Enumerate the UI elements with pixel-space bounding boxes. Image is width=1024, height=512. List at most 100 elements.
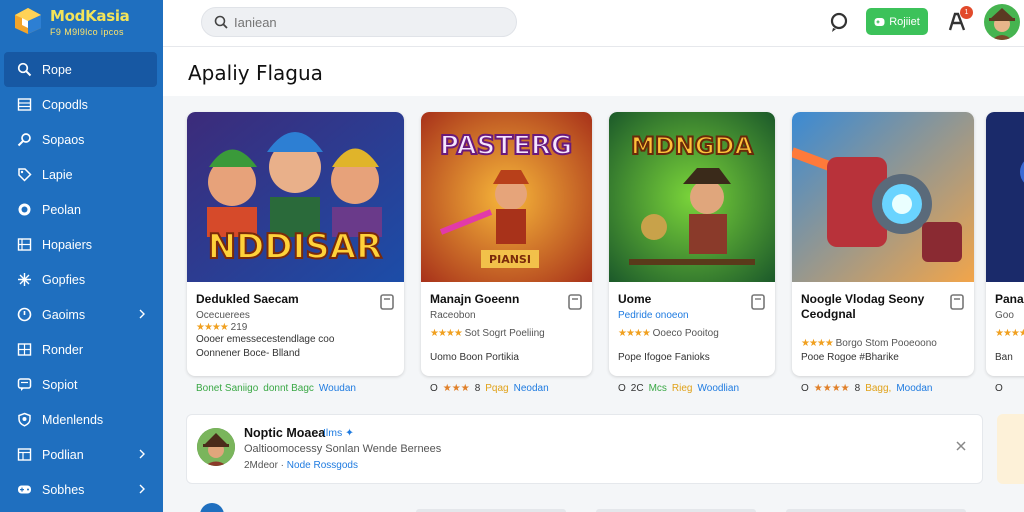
sidebar-item-sopaos[interactable]: Sopaos — [0, 122, 163, 157]
sidebar-item-label: Sopaos — [42, 132, 85, 147]
sidebar-item-sopiot[interactable]: Sopiot — [0, 367, 163, 402]
magnifier-icon — [16, 132, 32, 148]
card-footer-tag: 8 — [854, 383, 861, 394]
logo-icon — [15, 8, 41, 34]
sidebar-item-sobhes[interactable]: Sobhes — [0, 472, 163, 507]
grid-icon — [16, 97, 32, 113]
sidebar-item-label: Mdenlends — [42, 412, 104, 427]
table-icon — [16, 447, 32, 463]
card-footer-tag: Bagg, — [865, 383, 892, 394]
card-title[interactable]: Noogle Vlodag Seony Ceodgnal — [801, 292, 951, 322]
card-developer: Pedride onoeon — [618, 310, 689, 321]
game-card[interactable]: Pana Goo ★★★★ Oo Ban — [986, 112, 1024, 376]
card-footer-tag[interactable]: Neodan — [514, 383, 549, 394]
primary-action-button[interactable]: Rojiiet — [866, 8, 928, 35]
app: ModKasia F9 M9l9lco ipcos Rope Copodls Sop… — [0, 0, 1024, 512]
sidebar-item-ronder[interactable]: Ronder — [0, 332, 163, 367]
side-panel — [997, 414, 1024, 484]
card-footer-tag[interactable]: Moodan — [896, 383, 932, 394]
card-rating: ★★★★ Ooeco Pooitog — [618, 328, 719, 339]
notification-card[interactable]: Noptic Moaea Ilms ✦ Oaltioomocessy Sonla… — [186, 414, 983, 484]
search-icon — [214, 15, 228, 29]
card-title[interactable]: Uome — [618, 292, 768, 307]
sidebar-item-mdenlends[interactable]: Mdenlends — [0, 402, 163, 437]
card-footer-tag: ★★★ — [442, 383, 470, 394]
gamepad-icon — [874, 17, 885, 26]
sidebar-item-lapie[interactable]: Lapie — [0, 157, 163, 192]
app-subtitle: F9 M9l9lco ipcos — [50, 27, 124, 37]
game-card[interactable]: Noogle Vlodag Seony Ceodgnal ★★★★ Borgo S… — [792, 112, 974, 376]
bottom-row — [186, 500, 1024, 512]
star-rating-icon: ★★★★ — [618, 328, 651, 339]
card-developer: Raceobon — [430, 310, 476, 321]
sidebar-item-podlian[interactable]: Podlian — [0, 437, 163, 472]
app-logo[interactable]: ModKasia F9 M9l9lco ipcos — [10, 4, 158, 44]
chat-icon — [16, 377, 32, 393]
notification-link[interactable]: Node Rossgods — [287, 460, 358, 471]
card-rating: ★★★★ Borgo Stom Pooeoono — [801, 338, 937, 349]
card-footer-tag: donnt Bagc — [263, 383, 314, 394]
bookmark-icon[interactable] — [380, 294, 394, 310]
card-meta-line: Ban — [995, 352, 1013, 363]
bookmark-icon[interactable] — [568, 294, 582, 310]
clock-icon — [16, 307, 32, 323]
sidebar-item-gopfies[interactable]: Gopfies — [0, 262, 163, 297]
card-art-title: MDNGDA — [631, 132, 754, 160]
shield-icon — [16, 412, 32, 428]
sidebar-item-label: Lapie — [42, 167, 73, 182]
top-header: Rojiiet 1 — [163, 0, 1024, 47]
game-card[interactable]: NDDISAR Dedukled Saecam Ocecuerees ★★★★ 219… — [187, 112, 404, 376]
card-artwork[interactable]: NDDISAR — [187, 112, 404, 282]
search-input[interactable] — [234, 14, 484, 30]
game-card[interactable]: MDNGDA Uome Pedride onoeon ★★★★ Ooeco Pooit… — [609, 112, 775, 376]
search-bar[interactable] — [201, 7, 517, 37]
card-title[interactable]: Manajn Goeenn — [430, 292, 580, 307]
notification-meta: 2Mdeor · Node Rossgods — [244, 460, 358, 471]
sidebar-item-rope[interactable]: Rope — [4, 52, 157, 87]
card-artwork[interactable] — [986, 112, 1024, 282]
card-footer-tag: Mcs — [648, 383, 667, 394]
card-footer-tag[interactable]: O — [995, 383, 1003, 394]
chevron-right-icon[interactable] — [137, 308, 147, 320]
sidebar-item-label: Peolan — [42, 202, 81, 217]
card-title[interactable]: Dedukled Saecam — [196, 292, 346, 307]
card-title[interactable]: Pana — [995, 292, 1024, 307]
sidebar-item-label: Hopaiers — [42, 237, 93, 252]
notification-avatar — [197, 428, 235, 466]
card-meta-line: Oonnener Boce- Blland — [196, 348, 300, 359]
sidebar-item-copodls[interactable]: Copodls — [0, 87, 163, 122]
gamepad-icon — [16, 482, 32, 498]
star-rating-icon: ★★★★ — [995, 328, 1024, 339]
card-artwork[interactable]: PASTERG PIANSI — [421, 112, 592, 282]
card-footer-tag[interactable]: Woodlian — [698, 383, 740, 394]
card-rating: ★★★★ Oo — [995, 328, 1024, 339]
chevron-right-icon[interactable] — [137, 483, 147, 495]
chevron-right-icon[interactable] — [137, 448, 147, 460]
sidebar-item-gaoims[interactable]: Gaoims — [0, 297, 163, 332]
list-icon — [16, 237, 32, 253]
card-footer-tag: ★★★★ — [813, 383, 850, 394]
sidebar-item-label: Rope — [42, 62, 72, 77]
card-art-title: NDDISAR — [208, 227, 383, 267]
sidebar-item-hopaiers[interactable]: Hopaiers — [0, 227, 163, 262]
card-artwork[interactable] — [792, 112, 974, 282]
search-icon — [16, 62, 32, 78]
card-footer-tag: Pqag — [485, 383, 509, 394]
card-footer-tags: Bonet Saniigo donnt Bagc Woudan — [196, 383, 361, 394]
game-card[interactable]: PASTERG PIANSI Manajn Goeenn Raceobon ★★★★ S… — [421, 112, 592, 376]
notification-description: Oaltioomocessy Sonlan Wende Bernees — [244, 443, 442, 455]
card-footer-tag: 8 — [474, 383, 481, 394]
app-title: ModKasia — [50, 7, 130, 25]
chat-icon[interactable] — [827, 10, 851, 34]
bookmark-icon[interactable] — [950, 294, 964, 310]
box-icon — [16, 342, 32, 358]
close-icon[interactable] — [954, 439, 968, 453]
card-art-subtitle: PIANSI — [489, 253, 531, 266]
tag-icon — [16, 167, 32, 183]
card-footer-tag[interactable]: Woudan — [319, 383, 356, 394]
card-artwork[interactable]: MDNGDA — [609, 112, 775, 282]
bookmark-icon[interactable] — [751, 294, 765, 310]
card-footer-tag: O — [618, 383, 626, 394]
user-avatar[interactable] — [984, 4, 1020, 40]
sidebar-item-peolan[interactable]: Peolan — [0, 192, 163, 227]
